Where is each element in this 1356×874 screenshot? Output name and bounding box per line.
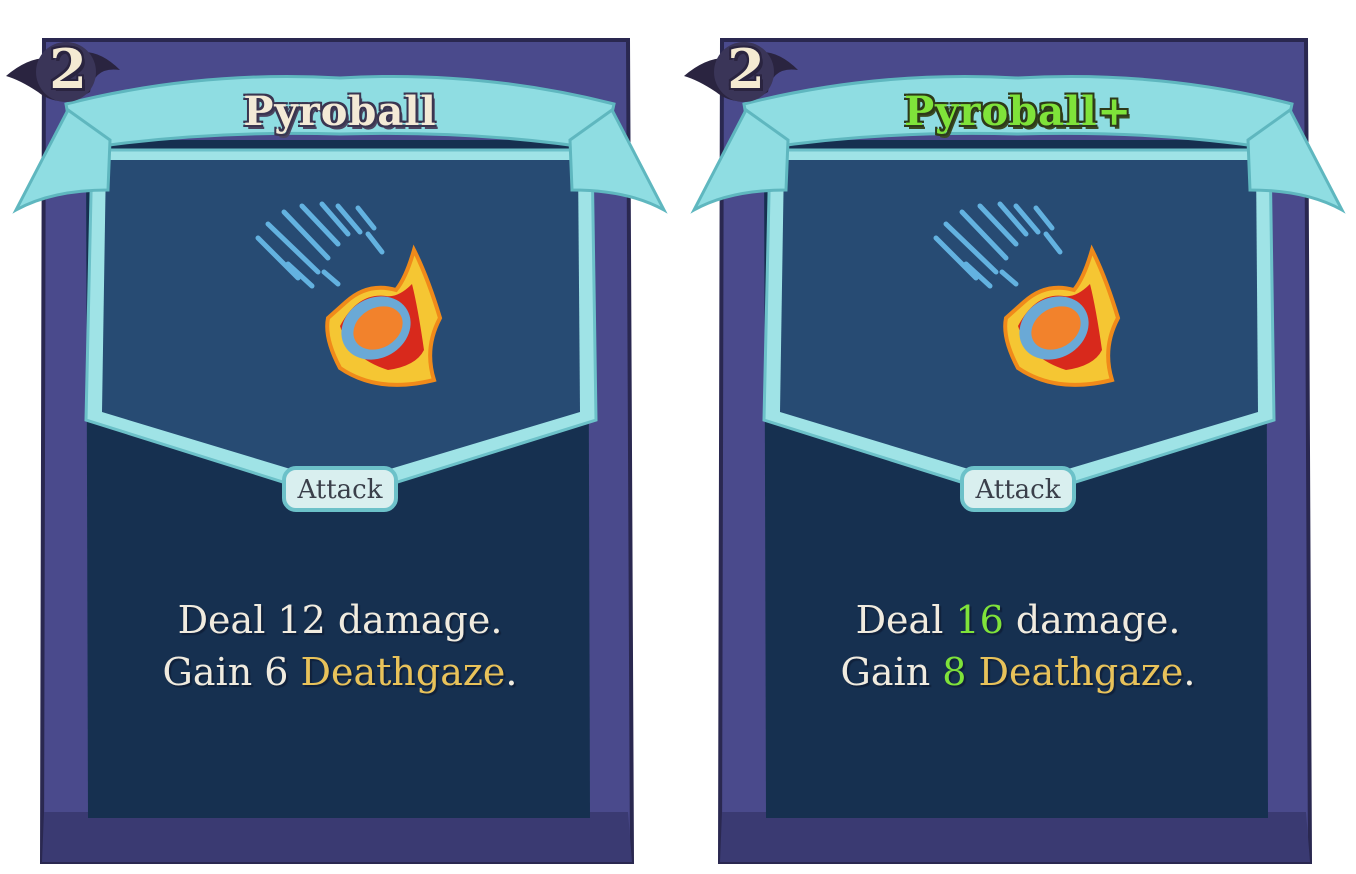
keyword-deathgaze: Deathgaze bbox=[300, 650, 506, 694]
card-description: Deal 12 damage. Gain 6 Deathgaze. bbox=[100, 594, 580, 698]
deathgaze-value: 8 bbox=[942, 650, 967, 694]
energy-cost: 2 bbox=[49, 37, 87, 101]
desc-line-2: Gain 6 Deathgaze. bbox=[162, 650, 518, 694]
card-pyroball[interactable]: 2 Pyroball Attack Deal 12 damage. Gain 6… bbox=[0, 0, 680, 874]
desc-line-2: Gain 8 Deathgaze. bbox=[840, 650, 1196, 694]
card-pyroball-plus[interactable]: 2 Pyroball+ Attack Deal 16 damage. Gain … bbox=[678, 0, 1356, 874]
card-title: Pyroball+ bbox=[904, 88, 1132, 135]
card-type: Attack bbox=[975, 475, 1061, 505]
desc-line-1: Deal 12 damage. bbox=[177, 598, 503, 642]
keyword-deathgaze: Deathgaze bbox=[978, 650, 1184, 694]
card-title: Pyroball bbox=[243, 88, 437, 135]
energy-cost: 2 bbox=[727, 37, 765, 101]
desc-line-1: Deal 16 damage. bbox=[855, 598, 1181, 642]
card-description: Deal 16 damage. Gain 8 Deathgaze. bbox=[778, 594, 1258, 698]
deathgaze-value: 6 bbox=[264, 650, 289, 694]
damage-value: 16 bbox=[955, 598, 1004, 642]
card-type: Attack bbox=[297, 475, 383, 505]
damage-value: 12 bbox=[277, 598, 326, 642]
